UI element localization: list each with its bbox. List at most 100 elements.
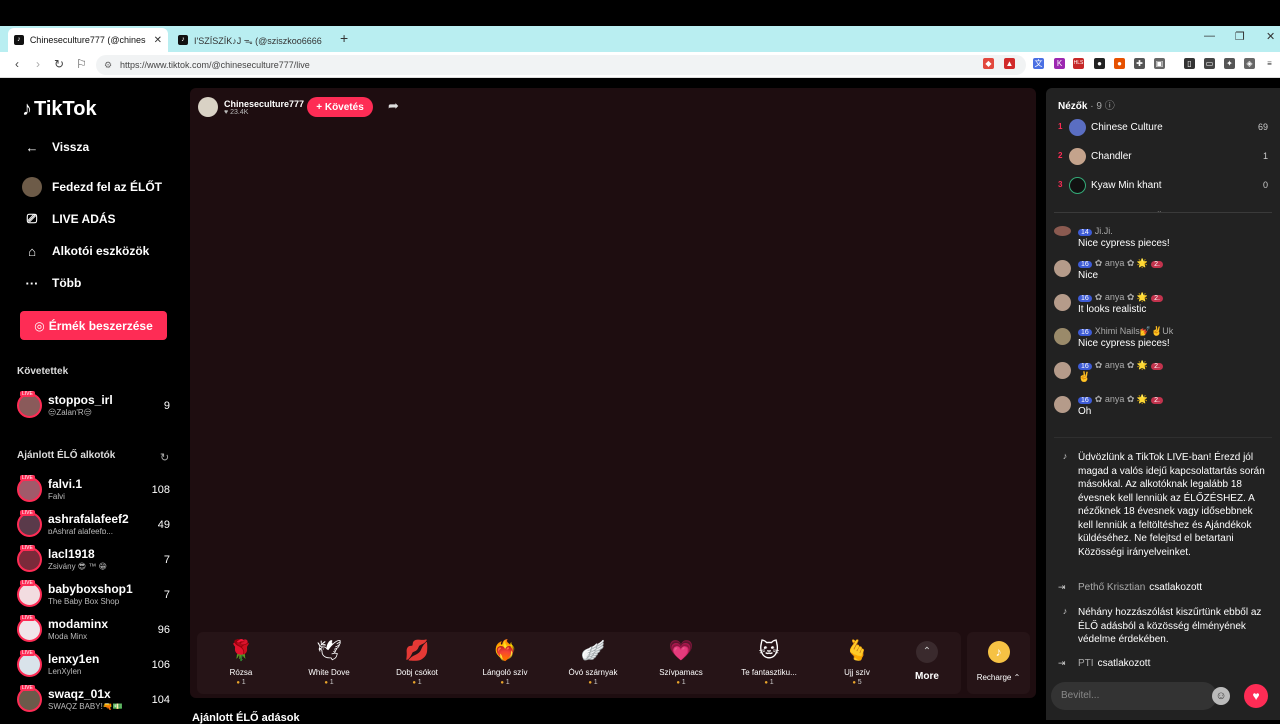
back-icon[interactable]: ‹ bbox=[15, 57, 19, 71]
nav-back[interactable]: ← Vissza bbox=[22, 135, 90, 159]
shield-icon[interactable]: ◈ bbox=[1244, 58, 1255, 69]
viewer-name: Chinese Culture bbox=[1091, 122, 1163, 133]
level-badge: 16 bbox=[1078, 329, 1092, 336]
joiner-name: PTI bbox=[1078, 658, 1094, 669]
gift-price: 5 bbox=[813, 679, 901, 686]
nav-creator-tools[interactable]: ⌂ Alkotói eszközök bbox=[22, 239, 149, 263]
bookmark-icon[interactable]: ⚐ bbox=[76, 57, 87, 71]
extension-orange-icon[interactable]: ● bbox=[1114, 58, 1125, 69]
author-name: ✿ anya ✿ 🌟 bbox=[1094, 360, 1149, 370]
emoji-icon[interactable]: ☺ bbox=[1212, 687, 1230, 705]
live-badge: LIVE bbox=[20, 650, 35, 656]
recommended-creator-item[interactable]: LIVE babyboxshop1 The Baby Box Shop 7 bbox=[17, 580, 177, 612]
restore-icon[interactable]: ❐ bbox=[1235, 30, 1245, 43]
more-dots-icon: ··· bbox=[25, 275, 39, 291]
close-window-icon[interactable]: ✕ bbox=[1266, 30, 1275, 43]
url-field[interactable]: ⚙ https://www.tiktok.com/@chineseculture… bbox=[96, 55, 1026, 75]
gift-item[interactable]: 🫰 Ujj szív 5 bbox=[813, 632, 901, 694]
extension-triangle-icon[interactable]: ▲ bbox=[1004, 58, 1015, 69]
kiss-gift-icon: 💋 bbox=[404, 640, 430, 662]
author-name: Ji.Ji. bbox=[1094, 226, 1113, 236]
avatar bbox=[1069, 119, 1086, 136]
site-info-icon[interactable]: ⚙ bbox=[104, 55, 112, 75]
top-viewer-row[interactable]: 1 Chinese Culture 69 bbox=[1058, 118, 1268, 138]
new-tab-icon[interactable]: + bbox=[340, 30, 348, 46]
tiktok-logo[interactable]: ♪ TikTok bbox=[22, 98, 97, 121]
creator-name: lacl1918 bbox=[48, 547, 95, 561]
heart-like-icon[interactable]: ♥ bbox=[1244, 684, 1268, 708]
recommended-creator-item[interactable]: LIVE lenxy1en LenXylen 106 bbox=[17, 650, 177, 682]
recommended-creator-item[interactable]: LIVE swaqz_01x SWAQZ BABY!🔫💵 104 bbox=[17, 685, 177, 717]
chevron-down-icon[interactable]: ⌄ bbox=[1156, 206, 1163, 215]
host-name: Chineseculture777 bbox=[224, 98, 305, 109]
gift-item[interactable]: ❤️‍🔥 Lángoló szív 1 bbox=[461, 632, 549, 694]
refresh-icon[interactable]: ↻ bbox=[160, 451, 169, 464]
viewer-score: 69 bbox=[1257, 122, 1268, 132]
reload-icon[interactable]: ↻ bbox=[54, 57, 64, 71]
share-icon[interactable]: ➦ bbox=[388, 98, 399, 114]
heart-fire-gift-icon: ❤️‍🔥 bbox=[492, 640, 518, 662]
tiktok-favicon-icon: ♪ bbox=[14, 35, 24, 45]
forward-icon[interactable]: › bbox=[36, 57, 40, 71]
viewer-score: 1 bbox=[1262, 151, 1268, 161]
follow-button[interactable]: + Követés bbox=[307, 97, 373, 117]
extension-k-icon[interactable]: K bbox=[1054, 58, 1065, 69]
nav-explore-live[interactable]: Fedezd fel az ÉLŐT bbox=[22, 175, 162, 199]
live-chat-panel: Nézők · 9 ⓘ 1 Chinese Culture 69 2 Chand… bbox=[1046, 88, 1280, 720]
recommended-creator-item[interactable]: LIVE lacl1918 Zsivány 😎 ™ 😁 7 bbox=[17, 545, 177, 577]
gift-item[interactable]: 🕊 White Dove 1 bbox=[285, 632, 373, 694]
wallet-icon[interactable]: ▭ bbox=[1204, 58, 1215, 69]
extension-box-icon[interactable]: ▣ bbox=[1154, 58, 1165, 69]
top-viewer-row[interactable]: 2 Chandler 1 bbox=[1058, 147, 1268, 167]
recharge-button[interactable]: ♪ Recharge ⌃ bbox=[967, 632, 1030, 694]
chat-author: 16 ✿ anya ✿ 🌟 2. bbox=[1078, 394, 1163, 405]
join-icon: ⇥ bbox=[1058, 582, 1066, 592]
gift-item[interactable]: 💗 Szívpamacs 1 bbox=[637, 632, 725, 694]
live-badge: LIVE bbox=[20, 545, 35, 551]
live-video-player[interactable]: Chineseculture777 ♥ 23.4K + Követés ➦ bbox=[190, 88, 1036, 698]
extension-shield-icon[interactable]: ◆ bbox=[983, 58, 994, 69]
url-text: https://www.tiktok.com/@chineseculture77… bbox=[120, 60, 310, 70]
level-badge: 16 bbox=[1078, 363, 1092, 370]
more-gifts-button[interactable]: ⌃ More bbox=[903, 632, 951, 694]
extension-puzzle-icon[interactable]: ✚ bbox=[1134, 58, 1145, 69]
recommended-creator-item[interactable]: LIVE falvi.1 Falvi 108 bbox=[17, 475, 177, 507]
recommended-creator-item[interactable]: LIVE ashrafalafeef2 ɒAshraf alafeefɒ... … bbox=[17, 510, 177, 542]
tiktok-note-icon: ♪ bbox=[22, 98, 32, 120]
creator-subtitle: The Baby Box Shop bbox=[48, 597, 120, 606]
avatar bbox=[1054, 294, 1071, 311]
followed-creator-item[interactable]: LIVE stoppos_irl 😒Zalan'R😒 9 bbox=[17, 391, 177, 423]
gift-item[interactable]: 💋 Dobj csókot 1 bbox=[373, 632, 461, 694]
creator-tools-icon: ⌂ bbox=[28, 243, 36, 259]
extension-circle-icon[interactable]: ● bbox=[1094, 58, 1105, 69]
nav-go-live[interactable]: ⎚ LIVE ADÁS bbox=[22, 207, 116, 231]
top-viewer-row[interactable]: 3 Kyaw Min khant 0 bbox=[1058, 176, 1268, 196]
join-action: csatlakozott bbox=[1149, 582, 1203, 593]
close-tab-icon[interactable]: ✕ bbox=[154, 35, 162, 46]
gift-name: Te fantasztiku... bbox=[741, 668, 797, 677]
more-label: More bbox=[915, 671, 939, 682]
viewers-title: Nézők bbox=[1058, 101, 1088, 112]
extension-hls-icon[interactable]: HLS bbox=[1073, 58, 1084, 69]
extension-translate-icon[interactable]: 文 bbox=[1033, 58, 1044, 69]
gift-name: Rózsa bbox=[229, 668, 253, 677]
recommended-lives-heading: Ajánlott ÉLŐ adások bbox=[192, 712, 300, 724]
gift-item[interactable]: 🌹 Rózsa 1 bbox=[197, 632, 285, 694]
minimize-icon[interactable]: — bbox=[1204, 30, 1215, 42]
host-info[interactable]: Chineseculture777 ♥ 23.4K bbox=[198, 96, 304, 118]
viewer-score: 0 bbox=[1262, 180, 1268, 190]
gift-name: Ujj szív bbox=[844, 668, 870, 677]
gift-item[interactable]: 🐱 Te fantasztiku... 1 bbox=[725, 632, 813, 694]
nav-more[interactable]: ··· Több bbox=[22, 271, 82, 295]
chat-input[interactable]: Bevitel... bbox=[1051, 682, 1217, 710]
sidebar-toggle-icon[interactable]: ▯ bbox=[1184, 58, 1195, 69]
menu-icon[interactable]: ≡ bbox=[1264, 58, 1275, 69]
recommended-creator-item[interactable]: LIVE modaminx Moda Minx 96 bbox=[17, 615, 177, 647]
browser-tab-active[interactable]: ♪ Chineseculture777 (@chinesecul ✕ bbox=[8, 28, 168, 52]
gift-item[interactable]: 🪽 Óvó szárnyak 1 bbox=[549, 632, 637, 694]
extensions-icon[interactable]: ✦ bbox=[1224, 58, 1235, 69]
browser-tab[interactable]: ♪ I'SZÍSZÍK♪J ᯓ (@sziszkoo6666) ÉLŐ bbox=[172, 28, 332, 52]
info-icon[interactable]: ⓘ bbox=[1105, 101, 1115, 112]
screen-top-bar bbox=[0, 0, 1280, 26]
get-coins-button[interactable]: ◎ Érmék beszerzése bbox=[20, 311, 167, 340]
